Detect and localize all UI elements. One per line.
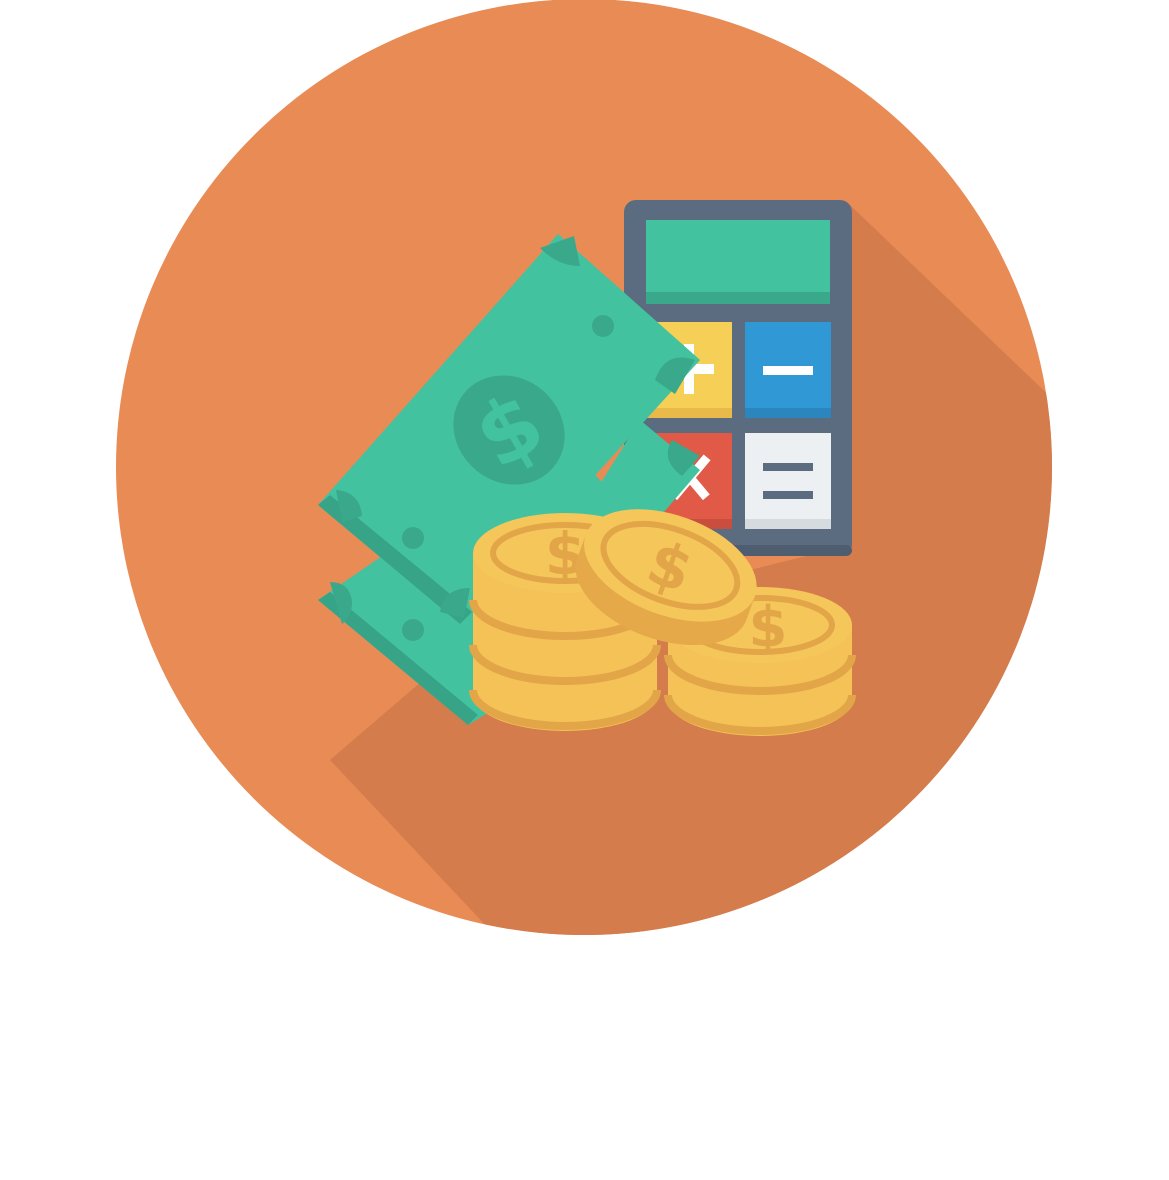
money-calculator-icon: $ $ $ $ bbox=[116, 0, 1052, 935]
calculator-key-plus-edge bbox=[646, 408, 732, 418]
calculator-key-equals-edge bbox=[745, 519, 831, 529]
money-calculator-illustration: $ $ $ $ bbox=[0, 0, 1169, 1180]
calculator-key-minus-edge bbox=[745, 408, 831, 418]
coin-dollar-sign-right: $ bbox=[749, 595, 788, 660]
calculator-key-equals bbox=[745, 433, 831, 529]
minus-icon bbox=[763, 366, 813, 375]
calculator-screen-edge bbox=[646, 292, 830, 304]
equals-icon-top bbox=[763, 463, 813, 471]
equals-icon-bottom bbox=[763, 491, 813, 499]
calculator-screen bbox=[646, 220, 830, 304]
